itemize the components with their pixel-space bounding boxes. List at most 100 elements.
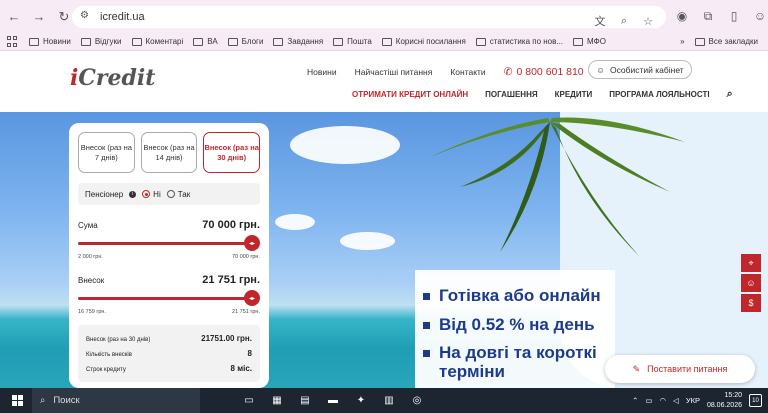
bookmark-folder[interactable]: Відгуки: [80, 37, 122, 46]
camera-icon[interactable]: ◉: [672, 6, 692, 26]
web-page: iCredit Новини Найчастіші питання Контак…: [0, 51, 768, 388]
bookmark-folder[interactable]: Корисні посилання: [381, 37, 466, 46]
bookmarks-overflow-button[interactable]: »: [680, 37, 684, 46]
bookmark-folder[interactable]: МФО: [573, 37, 606, 46]
nav-repayment-link[interactable]: ПОГАШЕННЯ: [485, 90, 537, 99]
zoom-icon[interactable]: ⌕: [614, 11, 634, 31]
nav-credits-link[interactable]: КРЕДИТИ: [555, 90, 593, 99]
language-indicator[interactable]: УКР: [686, 396, 700, 405]
benefit-item: На довгі та короткі терміни: [423, 343, 609, 381]
translate-icon[interactable]: 文: [590, 11, 610, 31]
clock[interactable]: 15:20 08.06.2026: [707, 391, 742, 409]
sidebar-icon[interactable]: ▯: [724, 6, 744, 26]
side-toolbar: ⌖ ☺ $: [741, 254, 761, 312]
palm-tree-image: [430, 117, 685, 257]
file-explorer-icon[interactable]: ▬: [326, 394, 340, 408]
personal-cabinet-button[interactable]: ☺ Особистий кабінет: [588, 60, 692, 79]
cloud-decoration: [340, 232, 395, 250]
cloud-decoration: [275, 214, 315, 230]
extensions-icon[interactable]: ⧉: [698, 6, 718, 26]
summary-value: 8 міс.: [230, 364, 252, 373]
location-icon[interactable]: ⌖: [741, 254, 761, 272]
payment-slider-track[interactable]: [78, 297, 252, 300]
back-icon[interactable]: ←: [3, 6, 25, 28]
tab-monthly-payment[interactable]: Внесок (раз на 30 днів): [203, 132, 261, 173]
payment-slider[interactable]: ◂▸: [78, 290, 260, 306]
tab-biweekly-payment[interactable]: Внесок (раз на 14 днів): [140, 132, 198, 173]
copilot-icon[interactable]: ✦: [354, 394, 368, 408]
bookmark-folder[interactable]: Пошта: [333, 37, 372, 46]
amount-slider-track[interactable]: [78, 242, 252, 245]
address-bar[interactable]: ⚙ icredit.ua 文 ⌕ ☆: [72, 6, 666, 28]
cloud-decoration: [290, 126, 400, 164]
tray-chevron-icon[interactable]: ⌃: [632, 396, 638, 405]
taskbar-search[interactable]: ⌕ Поиск: [32, 388, 200, 413]
bookmark-folder[interactable]: статистика по нов...: [475, 37, 563, 46]
info-icon[interactable]: i: [129, 190, 137, 198]
user-icon[interactable]: ☺: [741, 274, 761, 292]
notes-app-icon[interactable]: ▥: [382, 394, 396, 408]
search-icon[interactable]: ⌕: [727, 88, 733, 101]
site-logo[interactable]: iCredit: [70, 65, 155, 91]
apps-grid-icon[interactable]: [7, 35, 19, 48]
payment-max: 21 751 грн.: [232, 309, 260, 315]
money-icon[interactable]: $: [741, 294, 761, 312]
nav-get-credit-link[interactable]: ОТРИМАТИ КРЕДИТ ОНЛАЙН: [352, 90, 468, 99]
bullet-icon: [423, 293, 430, 300]
amount-max: 70 000 грн.: [232, 254, 260, 260]
summary-label: Строк кредиту: [86, 367, 126, 373]
pensioner-yes-radio[interactable]: Так: [166, 190, 190, 199]
tab-weekly-payment[interactable]: Внесок (раз на 7 днів): [78, 132, 135, 173]
bookmark-folder[interactable]: Коментарі: [131, 37, 183, 46]
summary-label: Кількість внесків: [86, 352, 132, 358]
nav-loyalty-link[interactable]: ПРОГРАМА ЛОЯЛЬНОСТІ: [609, 90, 709, 99]
amount-field: Сума 70 000 грн. ◂▸ 2 000 грн. 70 000 грн.: [78, 219, 260, 260]
amount-slider-handle[interactable]: ◂▸: [244, 235, 260, 251]
folder-icon: [227, 37, 238, 46]
url-text: icredit.ua: [100, 11, 145, 23]
phone-link[interactable]: ✆ 0 800 601 810: [504, 66, 584, 78]
forward-icon[interactable]: →: [28, 6, 50, 28]
volume-icon[interactable]: ◁: [673, 396, 679, 405]
amount-min: 2 000 грн.: [78, 254, 103, 260]
bookmark-folder[interactable]: Завдання: [273, 37, 323, 46]
ask-question-button[interactable]: ✎ Поставити питання: [605, 355, 755, 383]
chat-icon: ✎: [632, 363, 641, 374]
benefits-list: Готівка або онлайн Від 0.52 % на день На…: [423, 286, 609, 388]
amount-value: 70 000 грн.: [202, 219, 260, 231]
summary-value: 8: [247, 349, 252, 358]
main-nav: ОТРИМАТИ КРЕДИТ ОНЛАЙН ПОГАШЕННЯ КРЕДИТИ…: [352, 88, 733, 101]
nav-contacts-link[interactable]: Контакти: [450, 67, 485, 77]
benefit-item: Готівка або онлайн: [423, 286, 609, 306]
payment-field: Внесок 21 751 грн. ◂▸ 16 759 грн. 21 751 г…: [78, 274, 260, 315]
loan-summary: Внесок (раз на 30 днів) 21751.00 грн. Кіл…: [78, 325, 260, 382]
battery-icon[interactable]: ▭: [645, 396, 652, 405]
all-bookmarks-button[interactable]: Все закладки: [694, 37, 758, 46]
payment-min: 16 759 грн.: [78, 309, 106, 315]
summary-value: 21751.00 грн.: [201, 334, 252, 343]
profile-icon[interactable]: ☺: [750, 6, 768, 26]
bookmark-folder[interactable]: Блоги: [227, 37, 263, 46]
amount-slider[interactable]: ◂▸: [78, 235, 260, 251]
bullet-icon: [423, 350, 430, 358]
site-info-icon[interactable]: ⚙: [80, 10, 94, 24]
amount-label: Сума: [78, 221, 98, 230]
nav-faq-link[interactable]: Найчастіші питання: [355, 67, 433, 77]
folder-icon: [694, 37, 705, 46]
nav-news-link[interactable]: Новини: [307, 67, 337, 77]
bookmark-folder[interactable]: ВА: [193, 37, 218, 46]
bookmark-star-icon[interactable]: ☆: [638, 11, 658, 31]
pensioner-no-radio[interactable]: Ні: [142, 190, 161, 199]
phone-icon: ✆: [503, 66, 513, 78]
notification-badge[interactable]: 10: [749, 394, 762, 407]
folder-icon: [573, 37, 584, 46]
bookmark-folder[interactable]: Новини: [29, 37, 71, 46]
calculator-app-icon[interactable]: ▤: [298, 394, 312, 408]
store-icon[interactable]: ▦: [270, 394, 284, 408]
chrome-icon[interactable]: ◎: [410, 394, 424, 408]
folder-icon: [475, 37, 486, 46]
windows-start-icon[interactable]: [6, 388, 28, 413]
task-view-icon[interactable]: ▭: [242, 394, 256, 408]
payment-slider-handle[interactable]: ◂▸: [244, 290, 260, 306]
wifi-icon[interactable]: ◠: [659, 396, 666, 405]
